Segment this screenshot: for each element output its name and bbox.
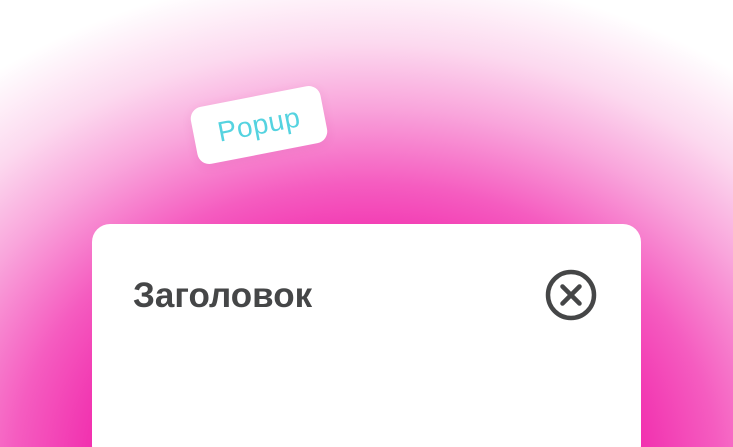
close-circle-icon bbox=[545, 269, 597, 321]
popup-title: Заголовок bbox=[133, 276, 313, 315]
popup-tag-label: Popup bbox=[214, 101, 303, 148]
popup-dialog: Заголовок bbox=[92, 224, 641, 447]
close-button[interactable] bbox=[544, 268, 598, 322]
